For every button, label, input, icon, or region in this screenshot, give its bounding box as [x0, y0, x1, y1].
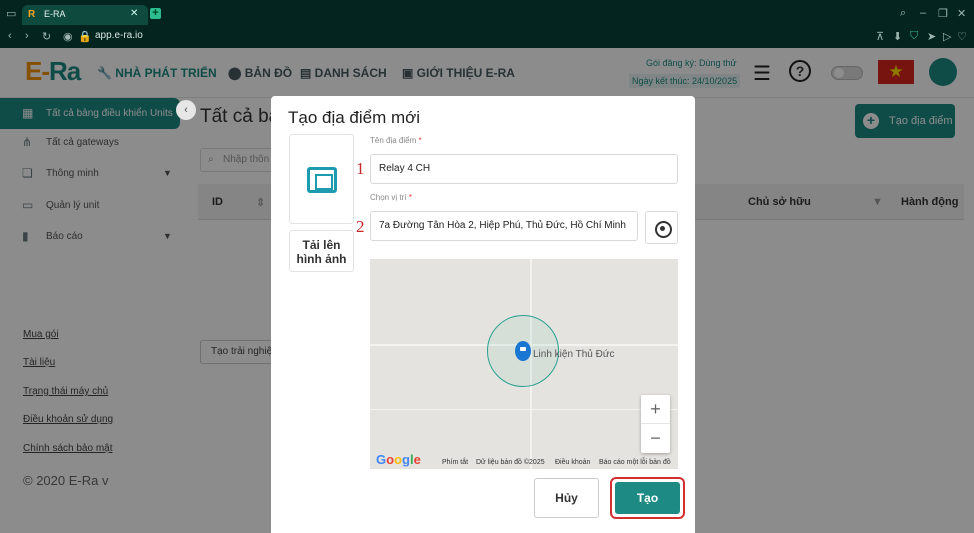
name-label: Tên địa điểm *	[370, 136, 422, 145]
download-icon[interactable]: ⬇	[893, 30, 902, 43]
lock-icon: 🔒	[78, 31, 92, 43]
back-icon[interactable]: ‹	[8, 30, 12, 42]
search-icon[interactable]: ⌕	[900, 7, 906, 20]
close-tab-icon[interactable]: ✕	[130, 8, 138, 19]
create-location-modal: Tạo địa điểm mới Tải lên hình ảnh Tên đị…	[271, 96, 695, 533]
image-preview[interactable]	[289, 134, 354, 224]
reload-icon[interactable]: ↻	[42, 30, 51, 43]
chip-icon	[307, 167, 337, 193]
google-logo: Google	[376, 452, 421, 467]
browser-tab-bar: ▭ R E-RA ✕ + ⌕ – ❐ ✕	[0, 0, 974, 27]
url-text[interactable]: app.e-ra.io	[95, 30, 143, 41]
map-data-text: Dữ liệu bản đồ ©2025	[476, 459, 545, 466]
create-button[interactable]: Tạo	[615, 482, 680, 514]
map-terms-link[interactable]: Điều khoản	[555, 459, 590, 466]
crosshair-icon[interactable]	[645, 211, 678, 244]
zoom-out-button[interactable]: −	[641, 424, 670, 453]
restore-icon[interactable]: ❐	[938, 7, 948, 20]
heart-icon[interactable]: ♡	[957, 30, 967, 43]
location-address-input[interactable]: 7a Đường Tân Hòa 2, Hiệp Phú, Thủ Đức, H…	[370, 211, 638, 241]
minimize-icon[interactable]: –	[920, 7, 926, 19]
map-report-link[interactable]: Báo cáo một lỗi bản đồ	[599, 459, 671, 466]
zoom-control: + −	[641, 395, 670, 453]
location-icon: ◉	[63, 31, 73, 43]
window-menu-icon[interactable]: ▭	[6, 7, 16, 20]
pin-icon[interactable]: ⊼	[876, 30, 884, 43]
cancel-button[interactable]: Hủy	[534, 478, 599, 518]
map-road	[370, 409, 678, 410]
upload-image-button[interactable]: Tải lên hình ảnh	[289, 230, 354, 272]
map-place-label[interactable]: Linh kiện Thủ Đức	[533, 349, 615, 360]
map-shortcuts-link[interactable]: Phím tắt	[442, 459, 468, 466]
new-tab-button[interactable]: +	[150, 8, 161, 19]
play-icon[interactable]: ▷	[943, 30, 951, 43]
annotation-marker-1: 1	[356, 159, 365, 178]
shield-icon[interactable]: ⛉	[910, 30, 918, 43]
collapse-sidebar-icon[interactable]: ‹	[176, 100, 196, 120]
zoom-in-button[interactable]: +	[641, 395, 670, 424]
close-window-icon[interactable]: ✕	[957, 7, 966, 20]
submit-highlight: Tạo	[610, 477, 685, 519]
modal-title: Tạo địa điểm mới	[288, 108, 421, 127]
browser-tab[interactable]: R E-RA ✕	[22, 5, 148, 25]
send-icon[interactable]: ➤	[927, 30, 936, 43]
google-map[interactable]: Linh kiện Thủ Đức + − Google Phím tắt Dữ…	[370, 259, 678, 469]
era-favicon-icon: R	[28, 9, 36, 20]
map-pin-icon[interactable]	[515, 341, 531, 361]
tab-title: E-RA	[44, 9, 66, 19]
annotation-marker-2: 2	[356, 217, 365, 236]
forward-icon[interactable]: ›	[25, 30, 29, 42]
address-bar: ‹ › ↻ ◉ 🔒 app.e-ra.io ⊼ ⬇ ⛉ ➤ ▷ ♡	[0, 27, 974, 48]
location-label: Chọn vị trí *	[370, 193, 412, 202]
location-name-input[interactable]: Relay 4 CH	[370, 154, 678, 184]
